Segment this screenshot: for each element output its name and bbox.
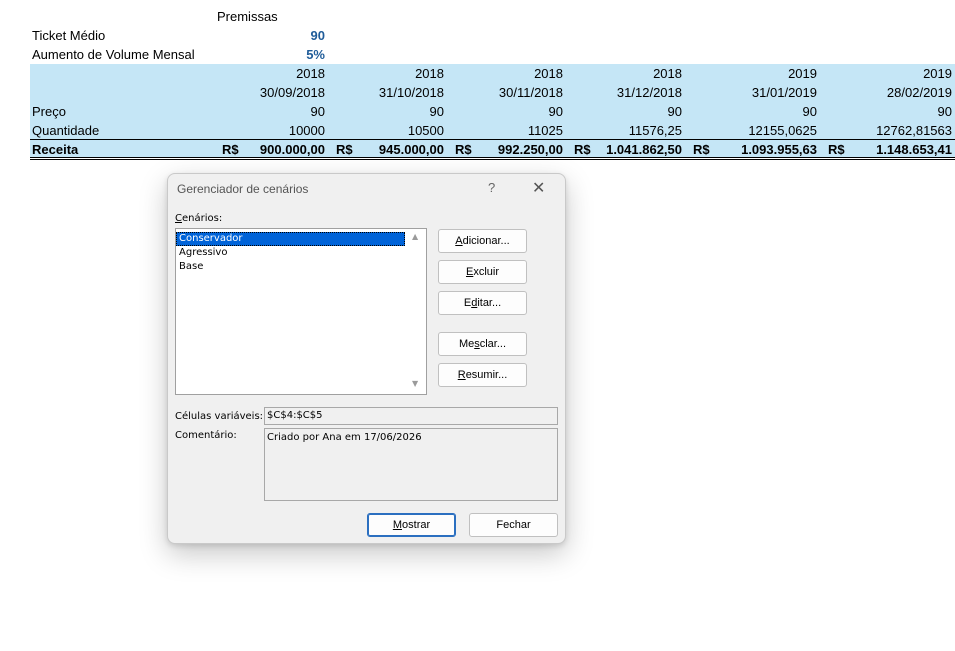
scenarios-label: Cenários: [175, 213, 223, 224]
help-icon[interactable]: ? [488, 180, 495, 195]
quantidade-cell[interactable]: 12155,0625 [712, 121, 817, 140]
scenario-item[interactable]: Base [176, 260, 405, 274]
add-button[interactable]: Adicionar... [438, 229, 527, 253]
years-cell[interactable]: 2019 [847, 64, 952, 83]
dates-cell[interactable]: 30/09/2018 [220, 83, 325, 102]
ticket-medio-value[interactable]: 90 [260, 26, 325, 45]
premissas-header[interactable]: Premissas [217, 7, 278, 26]
quantidade-cell[interactable]: 11576,25 [577, 121, 682, 140]
dates-cell[interactable]: 31/12/2018 [577, 83, 682, 102]
close-icon[interactable]: ✕ [532, 178, 545, 197]
currency-symbol: R$ [222, 142, 239, 157]
scenario-manager-dialog: Gerenciador de cenários ? ✕ Cenários: Co… [167, 173, 566, 544]
receita-label[interactable]: Receita [32, 140, 78, 159]
dates-cell[interactable]: 31/10/2018 [339, 83, 444, 102]
receita-cell[interactable]: 1.041.862,50 [577, 140, 682, 159]
currency-symbol: R$ [336, 142, 353, 157]
merge-button[interactable]: Mesclar... [438, 332, 527, 356]
currency-symbol: R$ [693, 142, 710, 157]
preco-cell[interactable]: 90 [847, 102, 952, 121]
preco-cell[interactable]: 90 [339, 102, 444, 121]
quantidade-cell[interactable]: 10500 [339, 121, 444, 140]
years-cell[interactable]: 2018 [577, 64, 682, 83]
preco-cell[interactable]: 90 [220, 102, 325, 121]
preco-cell[interactable]: 90 [458, 102, 563, 121]
dates-cell[interactable]: 31/01/2019 [712, 83, 817, 102]
preco-cell[interactable]: 90 [577, 102, 682, 121]
receita-cell[interactable]: 992.250,00 [458, 140, 563, 159]
years-cell[interactable]: 2018 [458, 64, 563, 83]
preco-label[interactable]: Preço [32, 102, 66, 121]
quantidade-label[interactable]: Quantidade [32, 121, 99, 140]
edit-button[interactable]: Editar... [438, 291, 527, 315]
years-cell[interactable]: 2018 [339, 64, 444, 83]
changing-cells-field[interactable]: $C$4:$C$5 [264, 407, 558, 425]
years-cell[interactable]: 2019 [712, 64, 817, 83]
currency-symbol: R$ [574, 142, 591, 157]
scroll-down-icon[interactable]: ▼ [412, 379, 418, 388]
years-cell[interactable]: 2018 [220, 64, 325, 83]
aumento-volume-value[interactable]: 5% [260, 45, 325, 64]
ticket-medio-label[interactable]: Ticket Médio [32, 26, 105, 45]
quantidade-cell[interactable]: 10000 [220, 121, 325, 140]
delete-button[interactable]: Excluir [438, 260, 527, 284]
dates-cell[interactable]: 28/02/2019 [847, 83, 952, 102]
receita-cell[interactable]: 945.000,00 [339, 140, 444, 159]
dates-cell[interactable]: 30/11/2018 [458, 83, 563, 102]
scenarios-items: Conservador Agressivo Base [176, 229, 426, 274]
summary-button[interactable]: Resumir... [438, 363, 527, 387]
comment-field[interactable]: Criado por Ana em 17/06/2026 [264, 428, 558, 501]
scenario-item[interactable]: Agressivo [176, 246, 405, 260]
aumento-volume-label[interactable]: Aumento de Volume Mensal [32, 45, 195, 64]
close-button[interactable]: Fechar [469, 513, 558, 537]
changing-cells-label: Células variáveis: [175, 411, 264, 422]
currency-symbol: R$ [455, 142, 472, 157]
scenarios-list[interactable]: Conservador Agressivo Base ▲ ▼ [175, 228, 427, 395]
currency-symbol: R$ [828, 142, 845, 157]
show-button[interactable]: Mostrar [367, 513, 456, 537]
quantidade-cell[interactable]: 11025 [458, 121, 563, 140]
quantidade-cell[interactable]: 12762,81563 [847, 121, 952, 140]
receita-cell[interactable]: 1.093.955,63 [712, 140, 817, 159]
comment-label: Comentário: [175, 430, 237, 441]
scroll-up-icon[interactable]: ▲ [412, 232, 418, 241]
scenario-item[interactable]: Conservador [176, 232, 405, 246]
receita-cell[interactable]: 1.148.653,41 [847, 140, 952, 159]
dialog-title: Gerenciador de cenários [177, 182, 309, 196]
preco-cell[interactable]: 90 [712, 102, 817, 121]
